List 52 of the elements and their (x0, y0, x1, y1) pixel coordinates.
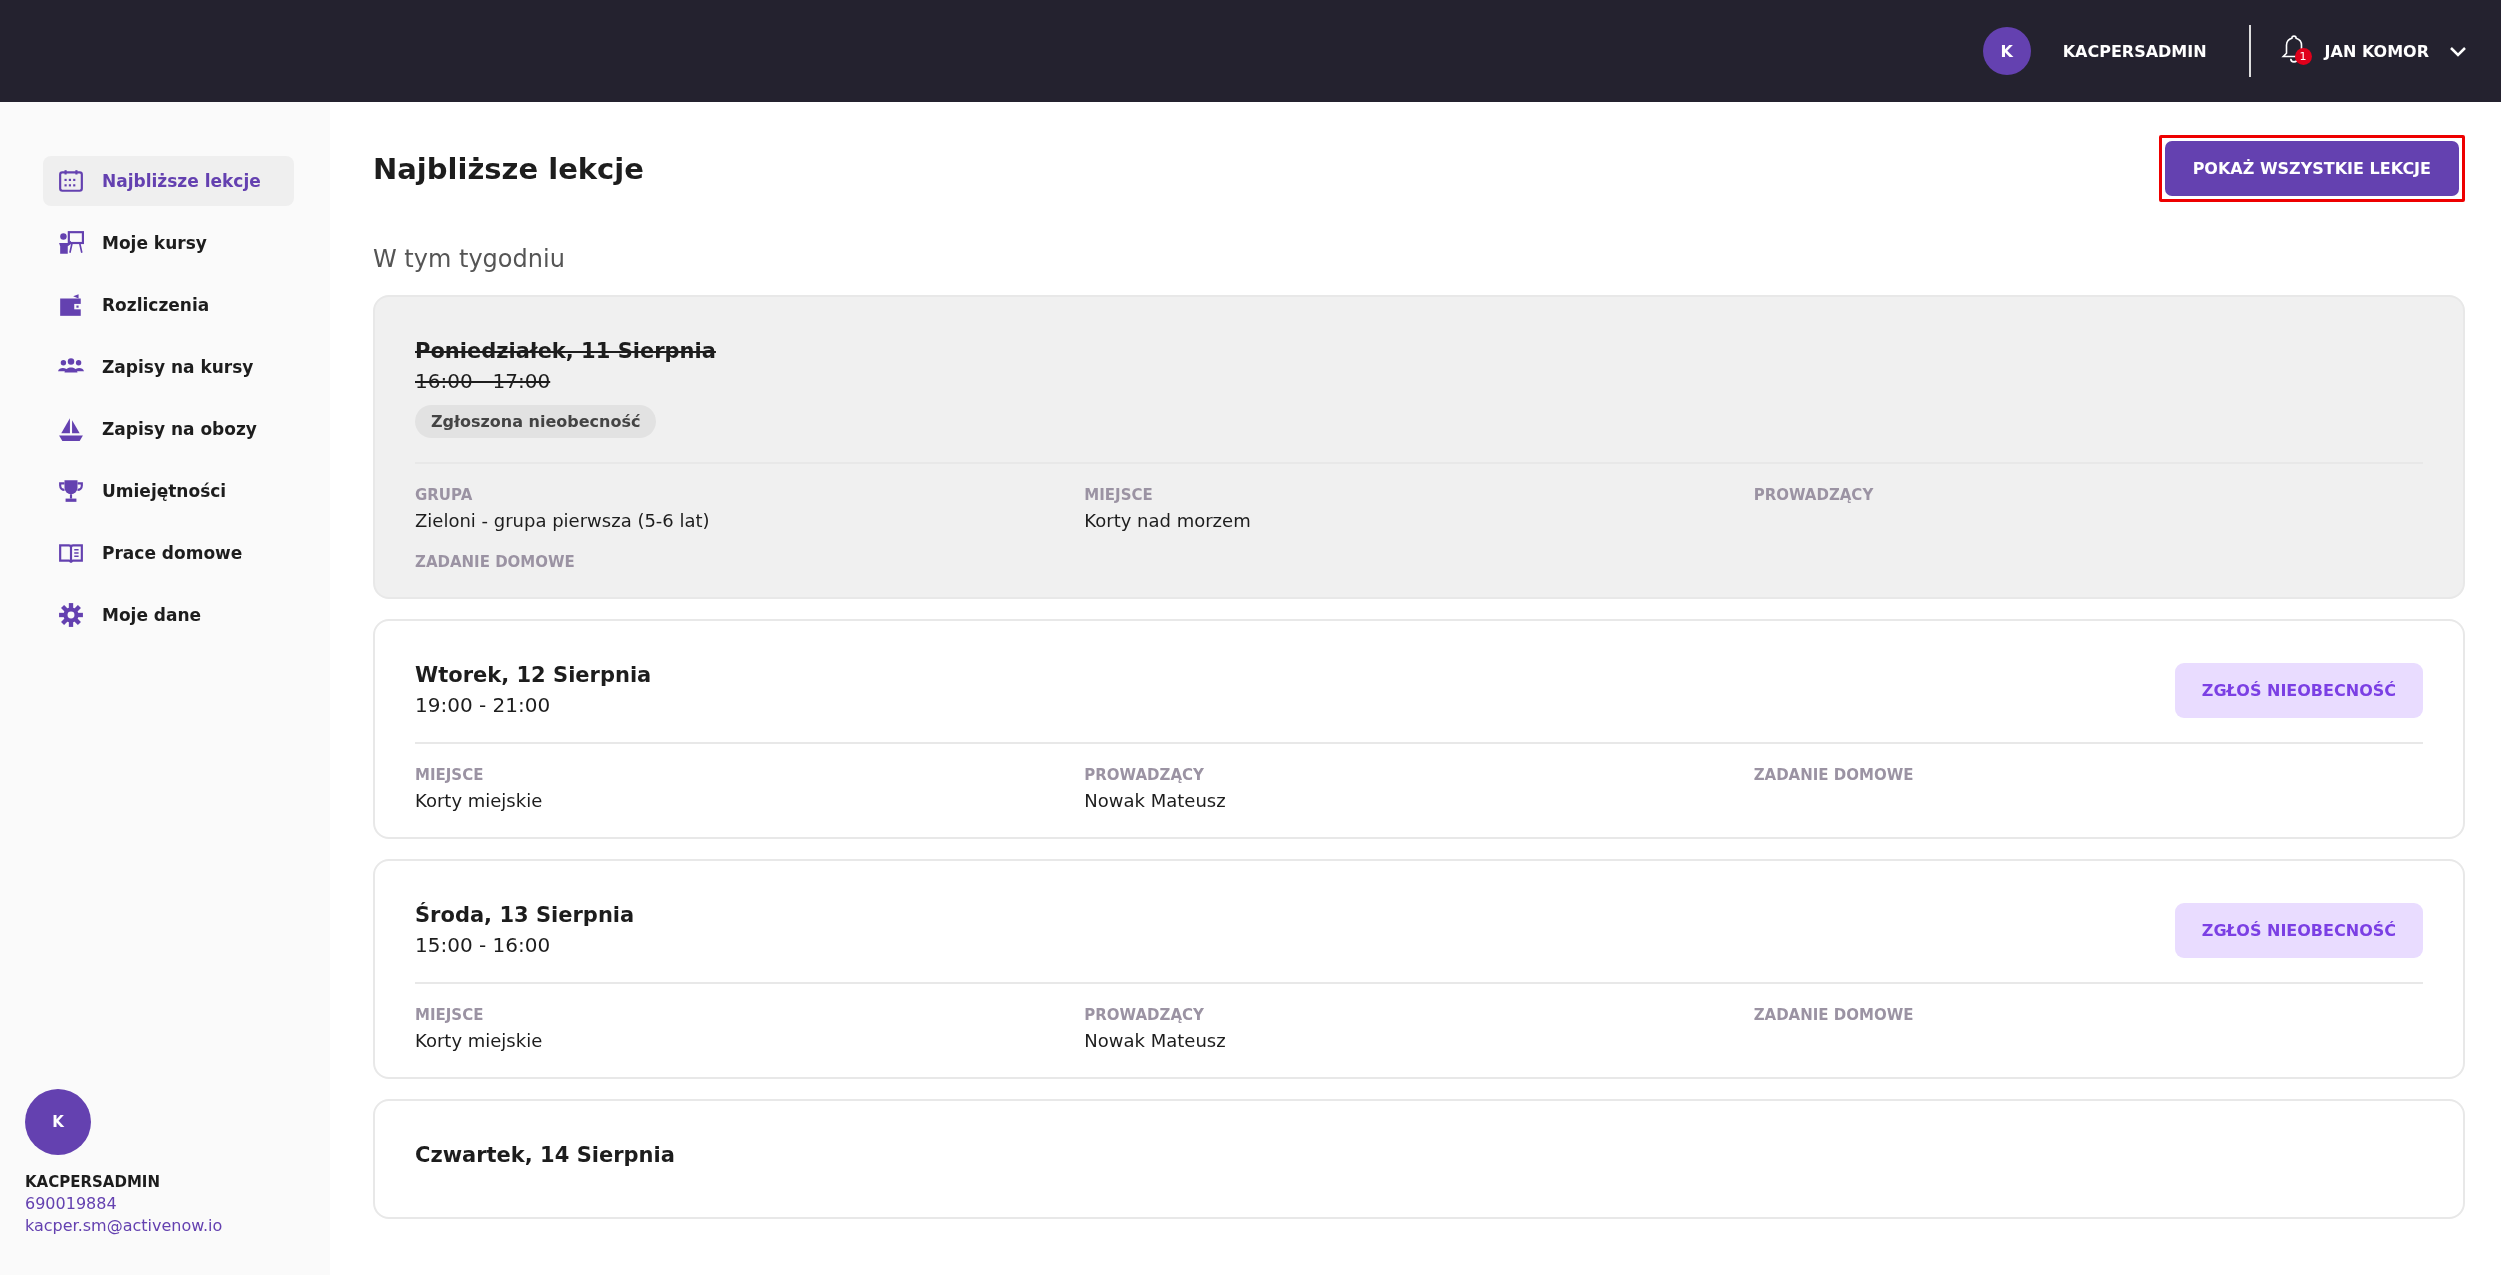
field-value: Nowak Mateusz (1084, 790, 1227, 811)
profile-name: KACPERSADMIN (25, 1173, 161, 1191)
calendar-icon (58, 168, 84, 194)
sailboat-icon (58, 416, 84, 442)
lesson-date: Czwartek, 14 Sierpnia (415, 1143, 675, 1167)
gear-icon (58, 602, 84, 628)
field-value: Korty nad morzem (1084, 510, 1252, 531)
field-label: PROWADZĄCY (1084, 1006, 1205, 1024)
sidebar-item[interactable]: Moje kursy (43, 218, 294, 268)
user-menu-button[interactable]: JAN KOMOR (2324, 41, 2467, 61)
field-label: PROWADZĄCY (1753, 486, 1875, 504)
account-avatar[interactable]: K (1982, 27, 2031, 75)
field-label: PROWADZĄCY (1084, 766, 1205, 784)
account-name: KACPERSADMIN (2062, 41, 2207, 61)
field-label: GRUPA (415, 486, 474, 504)
field-value: Zieloni - grupa pierwsza (5-6 lat) (415, 510, 711, 531)
email-link[interactable]: kacper.sm@activenow.io (25, 1216, 330, 1235)
field-label: ZADANIE DOMOWE (1753, 766, 1915, 784)
lesson-time: 16:00 - 17:00 (415, 369, 552, 393)
sidebar-item[interactable]: Rozliczenia (43, 280, 294, 330)
phone-link[interactable]: 690019884 (25, 1194, 330, 1213)
teacher-board-icon (58, 230, 84, 256)
notification-count: 1 (2294, 48, 2312, 65)
trophy-icon (58, 478, 84, 504)
field-label: MIEJSCE (1084, 486, 1154, 504)
field-label: MIEJSCE (415, 766, 485, 784)
lesson-time: 19:00 - 21:00 (415, 693, 552, 717)
lesson-time: 15:00 - 16:00 (415, 933, 552, 957)
sidebar-item[interactable]: Zapisy na obozy (43, 404, 294, 454)
sidebar-item[interactable]: Prace domowe (43, 528, 294, 578)
field-label: ZADANIE DOMOWE (415, 553, 576, 571)
field-label: MIEJSCE (415, 1006, 485, 1024)
lesson-date: Poniedziałek, 11 Sierpnia (415, 339, 716, 363)
lesson-date: Wtorek, 12 Sierpnia (415, 663, 652, 687)
sidebar-item[interactable]: Najbliższe lekcje (43, 156, 294, 206)
report-absence-button[interactable]: ZGŁOŚ NIEOBECNOŚĆ (2174, 663, 2423, 718)
field-value: Korty miejskie (415, 790, 544, 811)
wallet-icon (58, 292, 84, 318)
field-value: Korty miejskie (415, 1030, 544, 1051)
report-absence-button[interactable]: ZGŁOŚ NIEOBECNOŚĆ (2174, 903, 2423, 958)
sidebar-item[interactable]: Umiejętności (43, 466, 294, 516)
sidebar-item[interactable]: Zapisy na kursy (43, 342, 294, 392)
field-value: Nowak Mateusz (1084, 1030, 1227, 1051)
section-heading: W tym tygodniu (373, 245, 566, 273)
sidebar-item[interactable]: Moje dane (43, 590, 294, 640)
lesson-date: Środa, 13 Sierpnia (415, 903, 635, 927)
show-all-lessons-button[interactable]: POKAŻ WSZYSTKIE LEKCJE (2164, 141, 2459, 196)
chevron-down-icon (2449, 45, 2467, 57)
field-label: ZADANIE DOMOWE (1753, 1006, 1915, 1024)
absence-status-tag: Zgłoszona nieobecność (415, 405, 657, 438)
profile-avatar: K (25, 1089, 91, 1155)
page-title: Najbliższe lekcje (373, 151, 644, 186)
